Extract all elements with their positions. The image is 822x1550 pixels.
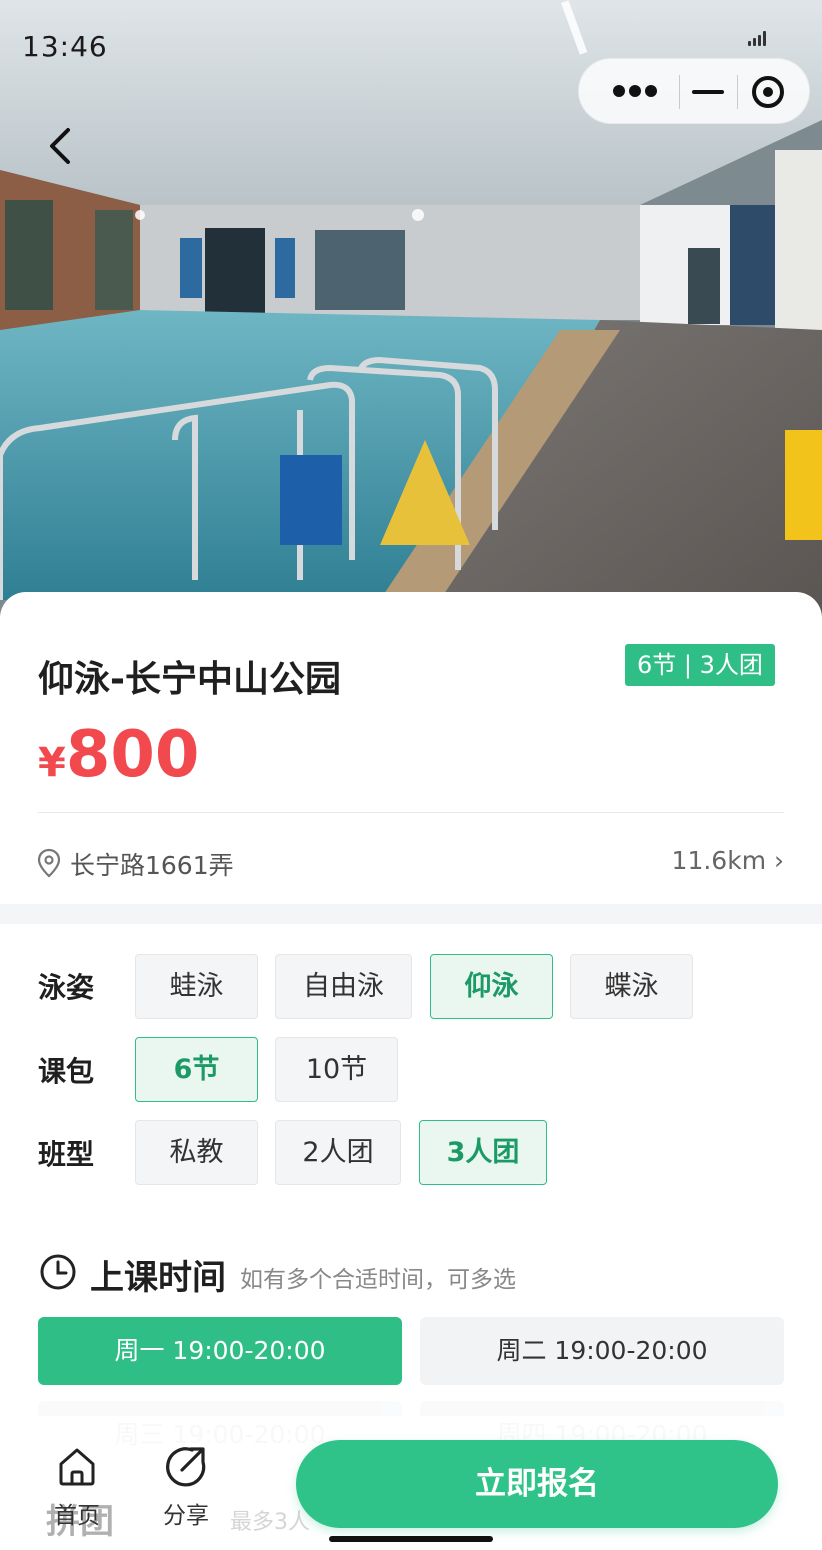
schedule-hint: 如有多个合适时间，可多选 xyxy=(240,1267,516,1293)
course-detail-page: 13:46 仰泳-长宁中山公园 6节 | 3人团 ¥800 长宁路1661弄 1… xyxy=(0,0,822,1550)
chip-class-group-3[interactable]: 3人团 xyxy=(419,1120,547,1185)
home-indicator xyxy=(329,1536,493,1542)
location-pin-icon xyxy=(37,848,61,878)
price-value: 800 xyxy=(65,718,200,792)
course-title: 仰泳-长宁中山公园 xyxy=(38,659,341,700)
slot-mon[interactable]: 周一 19:00-20:00 xyxy=(38,1317,402,1385)
section-gap xyxy=(0,904,822,924)
nav-share-label: 分享 xyxy=(163,1503,209,1529)
enroll-button[interactable]: 立即报名 xyxy=(296,1440,778,1528)
address-text[interactable]: 长宁路1661弄 xyxy=(70,846,234,882)
chip-class-private[interactable]: 私教 xyxy=(135,1120,258,1185)
chip-stroke-breaststroke[interactable]: 蛙泳 xyxy=(135,954,258,1019)
nav-share[interactable]: 分享 xyxy=(151,1444,221,1530)
close-target-icon[interactable] xyxy=(750,74,786,110)
status-time: 13:46 xyxy=(22,30,108,63)
capsule-divider xyxy=(679,75,680,109)
stroke-label: 泳姿 xyxy=(38,971,95,1004)
chip-package-6[interactable]: 6节 xyxy=(135,1037,258,1102)
slot-tue[interactable]: 周二 19:00-20:00 xyxy=(420,1317,784,1385)
chip-package-10[interactable]: 10节 xyxy=(275,1037,398,1102)
chip-class-group-2[interactable]: 2人团 xyxy=(275,1120,401,1185)
more-icon[interactable] xyxy=(613,85,657,99)
minimize-icon[interactable] xyxy=(692,90,724,94)
schedule-title: 上课时间 xyxy=(90,1258,226,1298)
distance-link[interactable]: 11.6km › xyxy=(672,846,784,875)
group-section-hint: 最多3人 xyxy=(230,1510,310,1535)
home-icon xyxy=(59,1448,95,1486)
signal-icon xyxy=(748,30,770,46)
back-arrow-icon[interactable] xyxy=(40,124,84,168)
price: ¥800 xyxy=(38,718,199,792)
package-tag: 6节 | 3人团 xyxy=(625,644,775,686)
chip-stroke-butterfly[interactable]: 蝶泳 xyxy=(570,954,693,1019)
clock-icon xyxy=(40,1254,76,1290)
capsule-menu xyxy=(578,58,810,124)
currency-symbol: ¥ xyxy=(38,740,66,786)
chip-stroke-freestyle[interactable]: 自由泳 xyxy=(275,954,412,1019)
nav-home-label: 首页 xyxy=(54,1503,100,1529)
package-label: 课包 xyxy=(38,1055,95,1088)
share-icon xyxy=(166,1447,206,1487)
capsule-divider xyxy=(737,75,738,109)
divider xyxy=(38,812,784,813)
nav-home[interactable]: 首页 xyxy=(42,1444,112,1530)
class-type-label: 班型 xyxy=(38,1138,95,1171)
chip-stroke-backstroke[interactable]: 仰泳 xyxy=(430,954,553,1019)
